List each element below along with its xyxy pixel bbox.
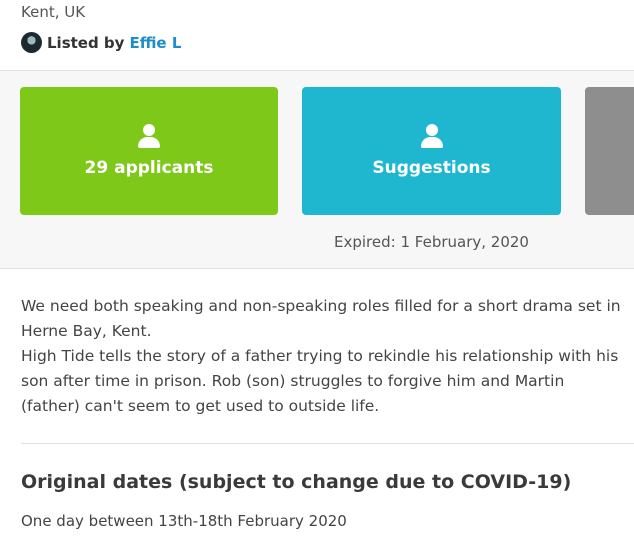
suggestions-tile[interactable]: Suggestions [302,87,561,215]
dates-text: One day between 13th-18th February 2020 [21,512,347,530]
avatar[interactable] [21,32,42,53]
person-icon [420,124,444,148]
applicants-tile[interactable]: 29 applicants [20,87,278,215]
listing-description: We need both speaking and non-speaking r… [21,294,625,419]
description-paragraph: High Tide tells the story of a father tr… [21,347,619,415]
applicants-label: 29 applicants [84,158,214,178]
person-icon [137,124,161,148]
more-tile[interactable] [585,87,634,215]
dates-title: Original dates (subject to change due to… [21,471,572,493]
lister-name-link[interactable]: Effie L [129,34,181,52]
description-paragraph: We need both speaking and non-speaking r… [21,297,621,340]
location-text: Kent, UK [21,3,86,21]
listing-header: Kent, UK Listed by Effie L [0,0,634,70]
action-tiles-band: 29 applicants Suggestions Expired: 1 Feb… [0,70,634,269]
lister-row: Listed by Effie L [21,32,181,53]
listed-by-label: Listed by [47,33,125,52]
divider [21,443,634,444]
suggestions-label: Suggestions [372,158,491,178]
expired-status: Expired: 1 February, 2020 [334,233,529,251]
